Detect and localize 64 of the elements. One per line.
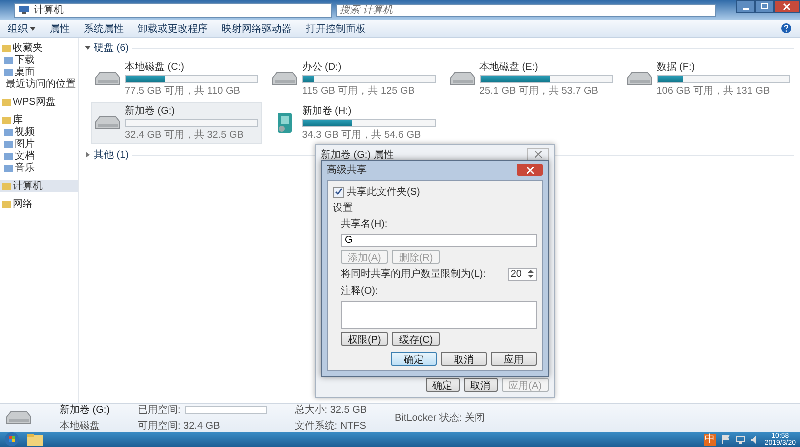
address-bar[interactable]: 计算机: [14, 2, 332, 18]
checkbox-label: 共享此文件夹(S): [347, 186, 420, 199]
dialog-button[interactable]: 取消: [441, 352, 487, 366]
dialog-button[interactable]: 应用: [491, 352, 537, 366]
drive-type: 本地磁盘: [60, 420, 101, 433]
free-space-text: 可用空间: 32.4 GB: [138, 420, 222, 433]
sidebar-item[interactable]: 最近访问的位置: [0, 78, 78, 90]
share-name-field[interactable]: G: [341, 234, 537, 247]
sidebar-item[interactable]: WPS网盘: [0, 96, 78, 108]
sidebar-item[interactable]: 下载: [0, 54, 78, 66]
drive-name: 办公 (D:): [302, 60, 343, 74]
sidebar-item[interactable]: 库: [0, 114, 78, 126]
toolbar-button[interactable]: 卸载或更改程序: [138, 22, 208, 36]
sidebar-item[interactable]: 文档: [0, 150, 78, 162]
breadcrumb[interactable]: 计算机: [34, 3, 64, 17]
user-limit-spinner[interactable]: 20: [508, 268, 537, 280]
sidebar-item[interactable]: 视频: [0, 126, 78, 138]
field-label: 将同时共享的用户数量限制为(L):: [341, 268, 486, 281]
drive-space: 77.5 GB 可用，共 110 GB: [125, 84, 242, 98]
bitlocker-status-text: BitLocker 状态: 关闭: [395, 412, 486, 425]
drive-space: 32.4 GB 可用，共 32.5 GB: [125, 128, 245, 142]
dialog-button[interactable]: 缓存(C): [392, 332, 440, 346]
dialog-button[interactable]: 确定: [426, 378, 460, 392]
field-label: 注释(O):: [341, 284, 380, 298]
toolbar-button[interactable]: 属性: [50, 22, 70, 36]
total-size-text: 总大小: 32.5 GB: [294, 404, 368, 417]
drive-tile[interactable]: 数据 (F:) 106 GB 可用，共 131 GB: [622, 58, 794, 100]
drive-name: 新加卷 (G:): [125, 104, 176, 118]
drive-tile[interactable]: 本地磁盘 (C:) 77.5 GB 可用，共 110 GB: [91, 58, 262, 100]
drive-name: 新加卷 (H:): [302, 104, 353, 118]
sidebar-item[interactable]: 收藏夹: [0, 42, 78, 54]
dialog-title: 高级共享: [327, 164, 367, 177]
sidebar-item[interactable]: 计算机: [0, 180, 78, 192]
drive-space: 34.3 GB 可用，共 54.6 GB: [302, 128, 422, 142]
section-title[interactable]: 硬盘 (6): [94, 41, 129, 55]
drive-name: 本地磁盘 (E:): [480, 60, 540, 74]
toolbar-button[interactable]: 打开控制面板: [306, 22, 366, 36]
drive-tile[interactable]: 新加卷 (H:) 34.3 GB 可用，共 54.6 GB: [268, 102, 440, 144]
search-field[interactable]: 搜索 计算机: [336, 4, 716, 16]
field-label: 共享名(H):: [341, 218, 389, 231]
section-title[interactable]: 其他 (1): [94, 148, 129, 162]
drive-space: 106 GB 可用，共 131 GB: [656, 84, 772, 98]
toolbar-button[interactable]: 系统属性: [84, 22, 124, 36]
drive-name: 本地磁盘 (C:): [125, 60, 186, 74]
drive-space: 115 GB 可用，共 125 GB: [302, 84, 416, 98]
toolbar-button[interactable]: 组织: [8, 22, 36, 36]
drive-space: 25.1 GB 可用，共 53.7 GB: [480, 84, 600, 98]
drive-tile[interactable]: 新加卷 (G:) 32.4 GB 可用，共 32.5 GB: [91, 102, 262, 144]
drive-name: 新加卷 (G:): [60, 404, 110, 417]
dialog-title: 新加卷 (G:) 属性: [321, 148, 394, 162]
file-system-text: 文件系统: NTFS: [294, 420, 368, 433]
sidebar-item[interactable]: 音乐: [0, 162, 78, 174]
field-label: 已用空间:: [138, 404, 181, 417]
dialog-button[interactable]: 取消: [464, 378, 498, 392]
toolbar-button[interactable]: 映射网络驱动器: [222, 22, 292, 36]
dialog-button[interactable]: 确定: [391, 352, 437, 366]
drive-tile[interactable]: 办公 (D:) 115 GB 可用，共 125 GB: [268, 58, 440, 100]
dialog-button[interactable]: 权限(P): [341, 332, 388, 346]
group-label: 设置: [333, 202, 354, 215]
drive-tile[interactable]: 本地磁盘 (E:) 25.1 GB 可用，共 53.7 GB: [446, 58, 617, 100]
sidebar-item[interactable]: 网络: [0, 198, 78, 210]
sidebar-item[interactable]: 桌面: [0, 66, 78, 78]
sidebar-item[interactable]: 图片: [0, 138, 78, 150]
drive-name: 数据 (F:): [656, 61, 696, 74]
